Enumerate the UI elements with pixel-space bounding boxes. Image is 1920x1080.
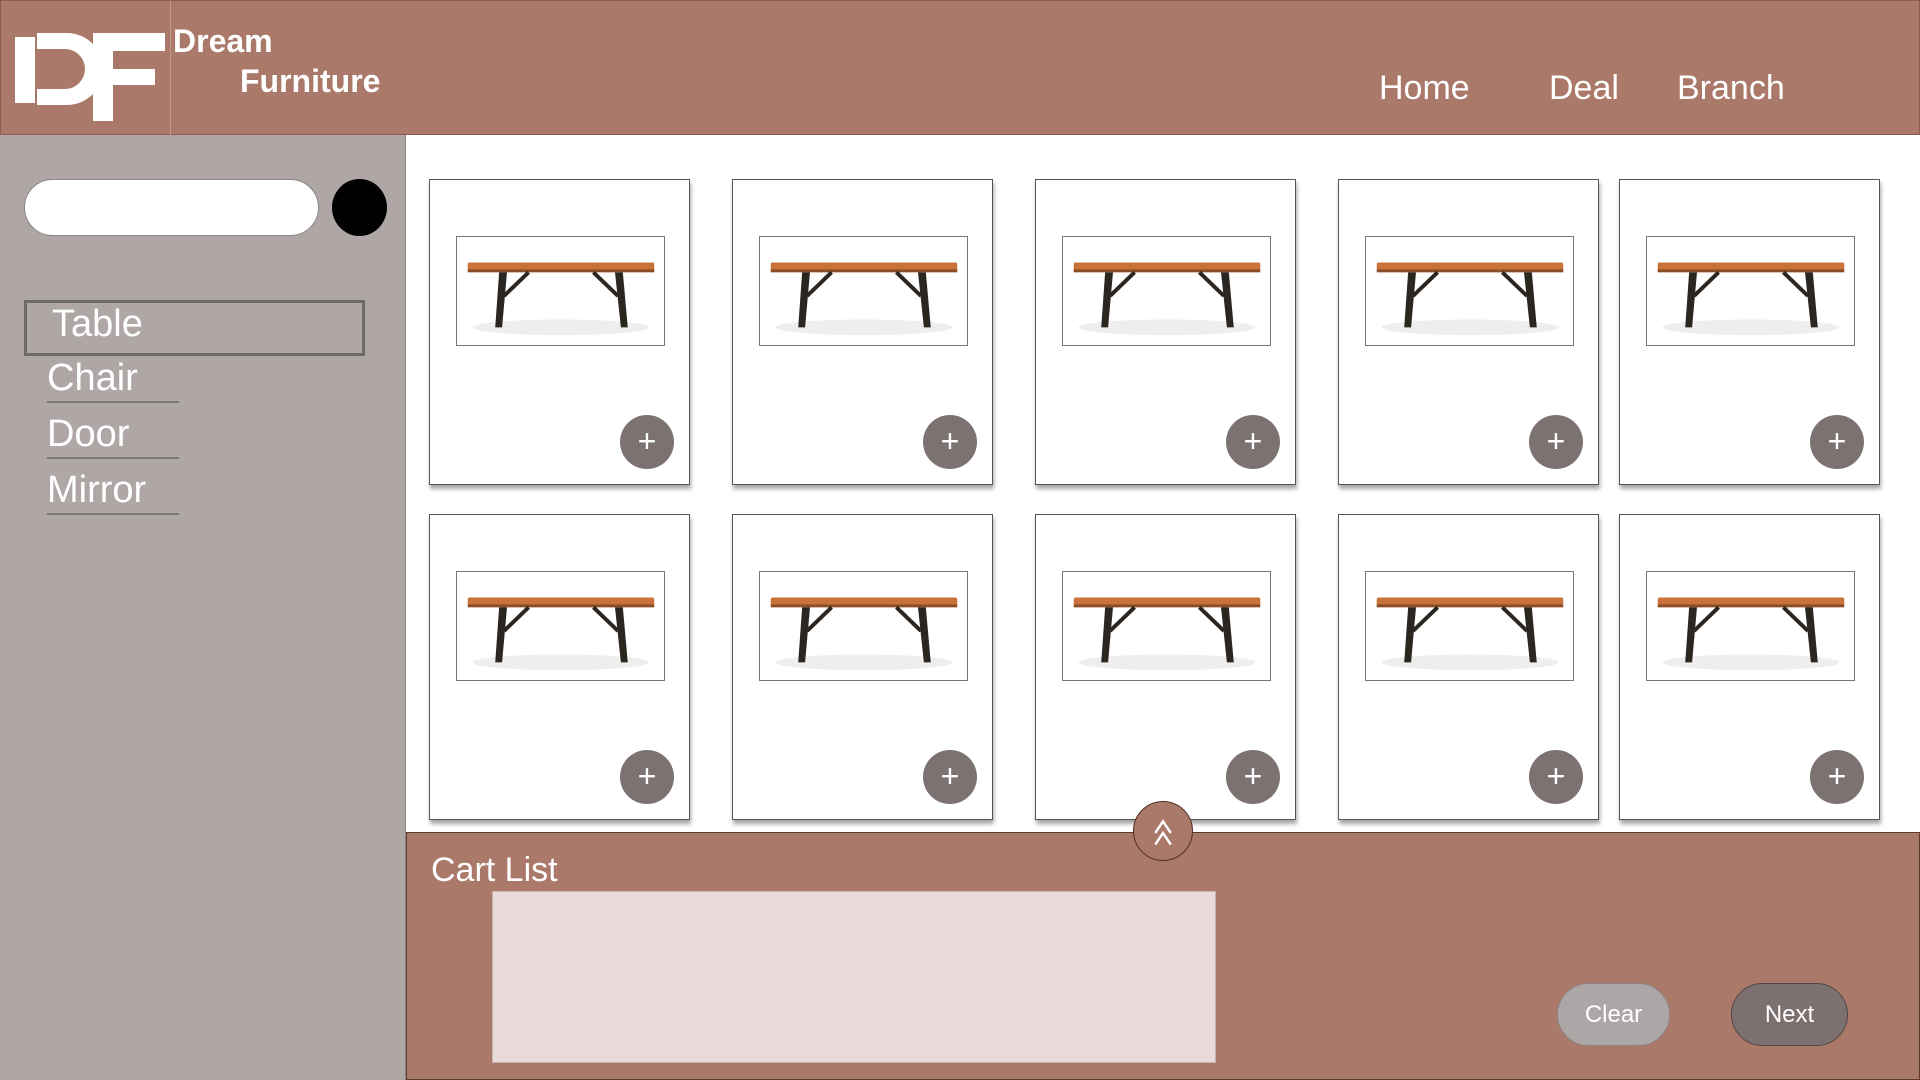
table-icon (770, 262, 958, 336)
divider (47, 513, 179, 515)
brand-name-line1: Dream (173, 23, 273, 59)
category-mirror[interactable]: Mirror (47, 469, 146, 512)
table-image (1646, 236, 1855, 346)
product-card[interactable]: + (1338, 514, 1599, 820)
logo-box[interactable] (1, 1, 171, 136)
product-card[interactable]: + (1619, 179, 1880, 485)
table-image (1365, 236, 1574, 346)
nav-branch[interactable]: Branch (1677, 69, 1785, 108)
search-input[interactable] (24, 179, 319, 236)
add-to-cart-button[interactable]: + (1810, 415, 1864, 469)
table-icon (1376, 597, 1564, 671)
table-icon (1073, 597, 1261, 671)
table-image (1646, 571, 1855, 681)
divider (47, 457, 179, 459)
add-to-cart-button[interactable]: + (1529, 750, 1583, 804)
cart-toggle-button[interactable] (1133, 801, 1193, 861)
add-to-cart-button[interactable]: + (1226, 415, 1280, 469)
cart-panel: Cart List Clear Next (406, 832, 1920, 1080)
table-image (1062, 236, 1271, 346)
table-image (1062, 571, 1271, 681)
add-to-cart-button[interactable]: + (1529, 415, 1583, 469)
product-card[interactable]: + (429, 179, 690, 485)
table-icon (1657, 597, 1845, 671)
product-grid: + + + + + + + + + + (406, 135, 1920, 832)
search-button[interactable] (332, 179, 387, 236)
cart-title: Cart List (431, 851, 558, 889)
add-to-cart-button[interactable]: + (1226, 750, 1280, 804)
df-logo-icon (15, 33, 165, 121)
brand-name-line2: Furniture (240, 63, 381, 99)
product-card[interactable]: + (1035, 514, 1296, 820)
table-icon (467, 597, 655, 671)
category-table[interactable]: Table (52, 303, 143, 346)
add-to-cart-button[interactable]: + (620, 415, 674, 469)
table-icon (467, 262, 655, 336)
nav-deal[interactable]: Deal (1549, 69, 1619, 108)
add-to-cart-button[interactable]: + (620, 750, 674, 804)
chevron-up-icon (1154, 819, 1172, 846)
next-button[interactable]: Next (1731, 983, 1848, 1046)
product-card[interactable]: + (732, 514, 993, 820)
table-image (759, 571, 968, 681)
table-icon (1376, 262, 1564, 336)
clear-button[interactable]: Clear (1557, 983, 1670, 1046)
divider (47, 401, 179, 403)
table-image (456, 236, 665, 346)
product-card[interactable]: + (732, 179, 993, 485)
cart-list-box[interactable] (492, 891, 1216, 1063)
product-card[interactable]: + (1035, 179, 1296, 485)
table-icon (1073, 262, 1261, 336)
add-to-cart-button[interactable]: + (923, 415, 977, 469)
top-header: Dream Furniture Home Deal Branch (0, 0, 1920, 136)
product-card[interactable]: + (429, 514, 690, 820)
nav-home[interactable]: Home (1379, 69, 1470, 108)
product-card[interactable]: + (1338, 179, 1599, 485)
table-icon (1657, 262, 1845, 336)
table-icon (770, 597, 958, 671)
product-card[interactable]: + (1619, 514, 1880, 820)
table-image (1365, 571, 1574, 681)
table-image (456, 571, 665, 681)
sidebar: Table Chair Door Mirror (0, 135, 406, 1080)
add-to-cart-button[interactable]: + (923, 750, 977, 804)
category-chair[interactable]: Chair (47, 357, 138, 400)
add-to-cart-button[interactable]: + (1810, 750, 1864, 804)
table-image (759, 236, 968, 346)
category-door[interactable]: Door (47, 413, 129, 456)
